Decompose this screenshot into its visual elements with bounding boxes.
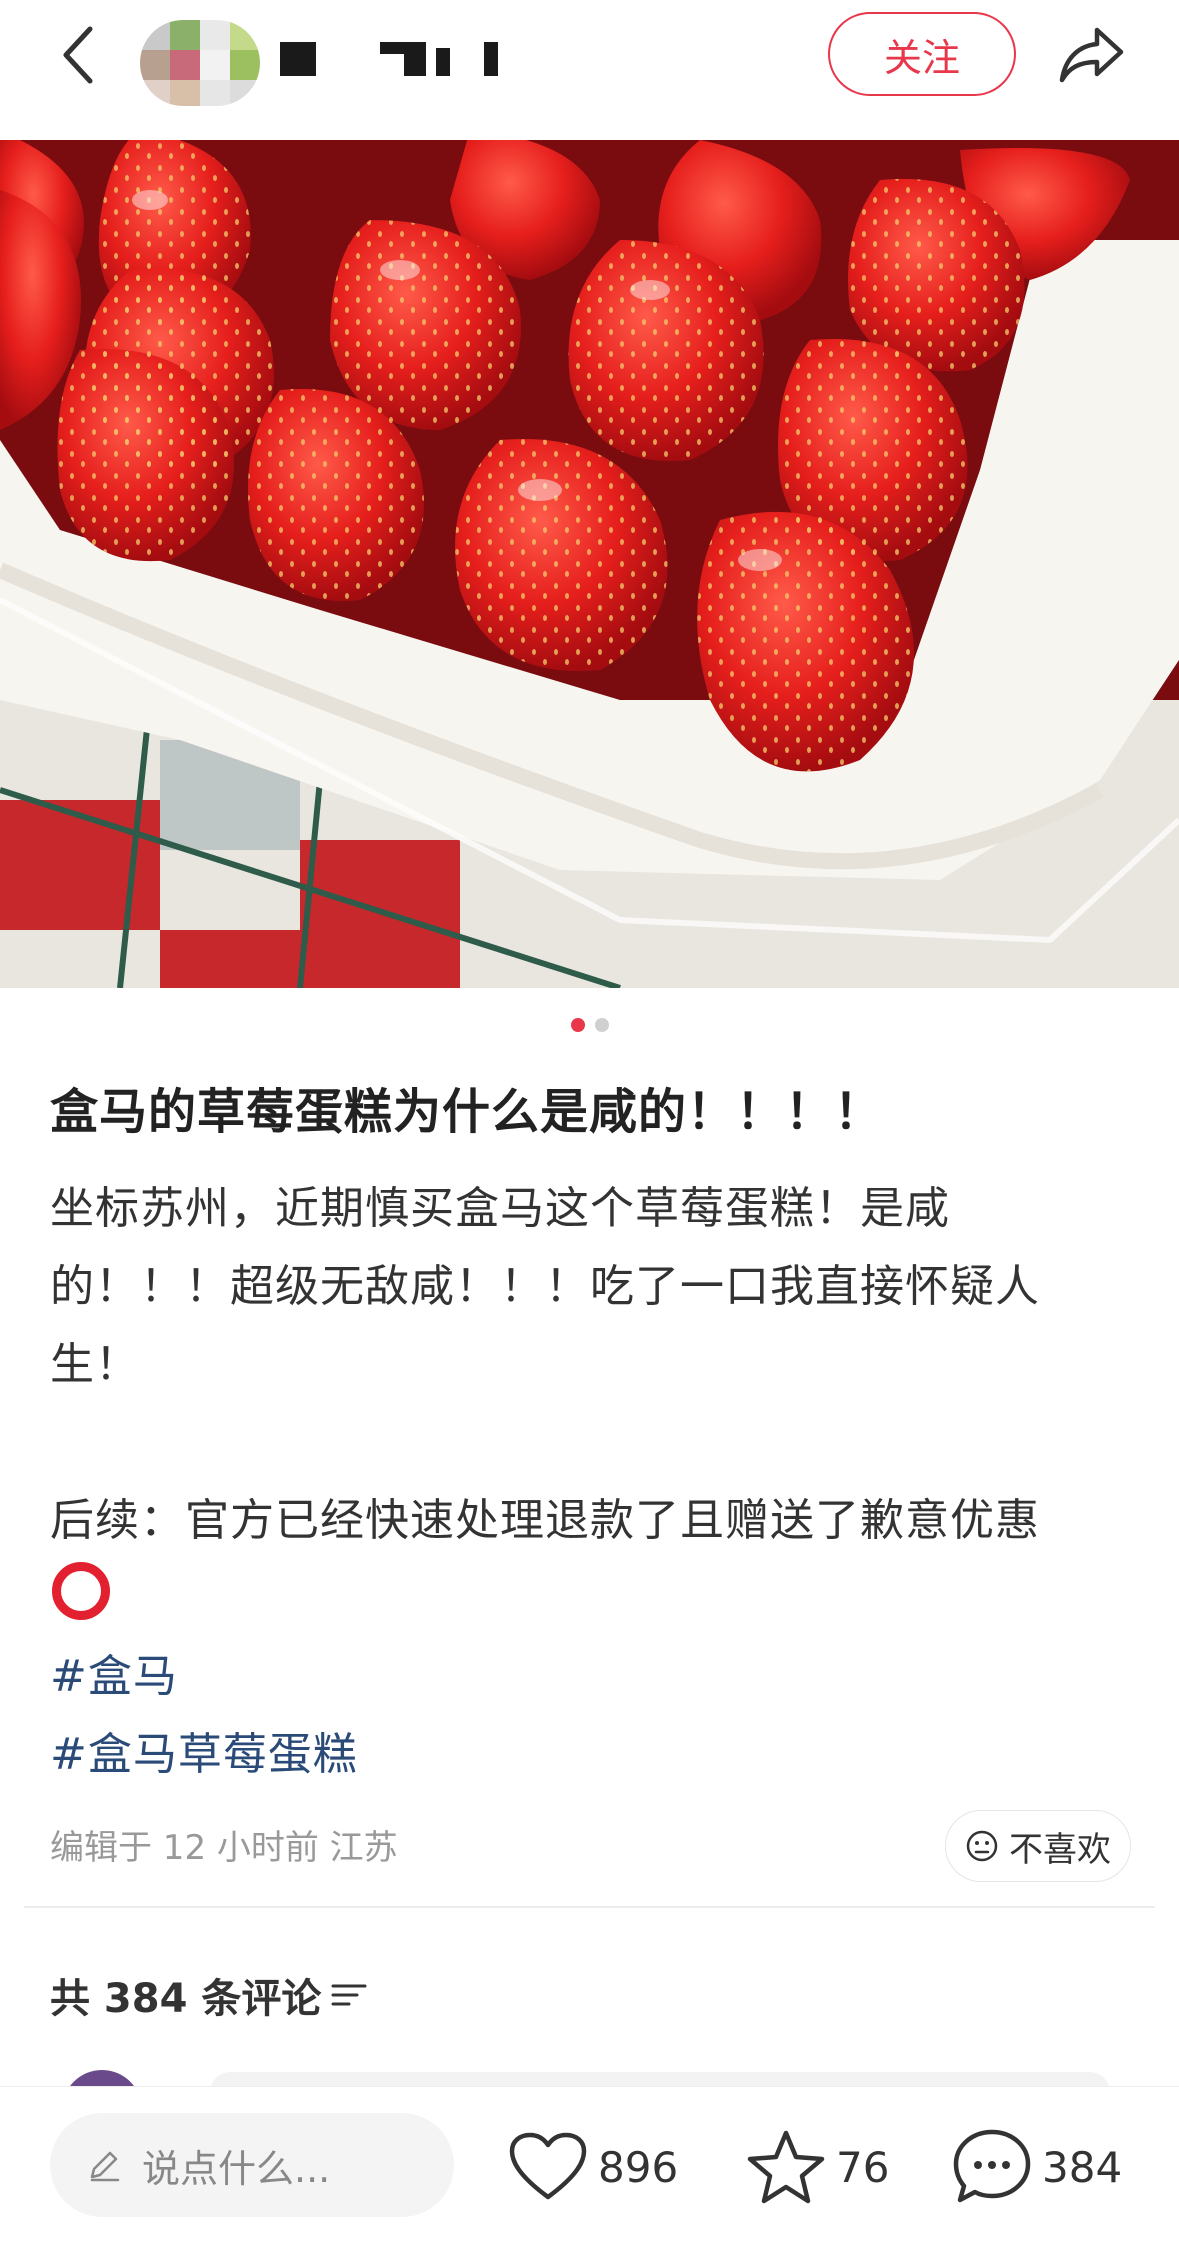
chevron-left-icon: [63, 26, 93, 84]
star-icon: [747, 2130, 825, 2204]
collect-count: 76: [836, 2142, 890, 2192]
hashtag-link[interactable]: #盒马: [50, 1640, 178, 1704]
frown-face-icon: [966, 1830, 998, 1862]
carousel-indicator: [0, 1018, 1179, 1034]
carousel-dot-active[interactable]: [570, 1018, 585, 1032]
like-count: 896: [598, 2142, 679, 2192]
post-photo-strawberry-cake[interactable]: [0, 140, 1179, 988]
filter-lines-icon[interactable]: [331, 1980, 367, 2010]
top-bar: 关注: [0, 0, 1179, 140]
like-button[interactable]: 896: [508, 2117, 678, 2217]
comment-input[interactable]: 说点什么...: [50, 2113, 454, 2217]
collect-button[interactable]: 76: [746, 2117, 889, 2217]
red-circle-emoji-icon: [52, 1562, 110, 1620]
author-avatar[interactable]: [140, 20, 260, 106]
bottom-action-bar: 说点什么... 896 76 384: [0, 2086, 1179, 2244]
comment-count: 384: [1042, 2142, 1123, 2192]
back-button[interactable]: [48, 20, 108, 90]
dislike-label: 不喜欢: [1009, 1829, 1111, 1870]
comment-input-placeholder: 说点什么...: [142, 2146, 331, 2191]
share-arrow-icon: [1059, 27, 1124, 83]
follow-button[interactable]: 关注: [828, 12, 1016, 96]
author-name-redacted[interactable]: [280, 38, 500, 78]
dislike-button[interactable]: 不喜欢: [945, 1810, 1131, 1882]
comment-button[interactable]: 384: [952, 2117, 1122, 2217]
divider: [24, 1906, 1155, 1908]
comments-count-label: 共 384 条评论: [50, 1976, 322, 2022]
share-button[interactable]: [1052, 14, 1132, 94]
post-title: 盒马的草莓蛋糕为什么是咸的！！！！: [50, 1084, 884, 1140]
post-meta: 编辑于 12 小时前 江苏: [50, 1828, 398, 1868]
pencil-icon: [90, 2151, 120, 2182]
post-body: 坐标苏州，近期慎买盒马这个草莓蛋糕！是咸 的！！！超级无敌咸！！！吃了一口我直接…: [50, 1183, 1040, 1546]
heart-icon: [509, 2132, 587, 2200]
chat-bubble-icon: [953, 2129, 1031, 2203]
comments-header[interactable]: 共 384 条评论: [50, 1966, 367, 2024]
carousel-dot[interactable]: [594, 1018, 609, 1032]
hashtag-link[interactable]: #盒马草莓蛋糕: [50, 1718, 358, 1782]
